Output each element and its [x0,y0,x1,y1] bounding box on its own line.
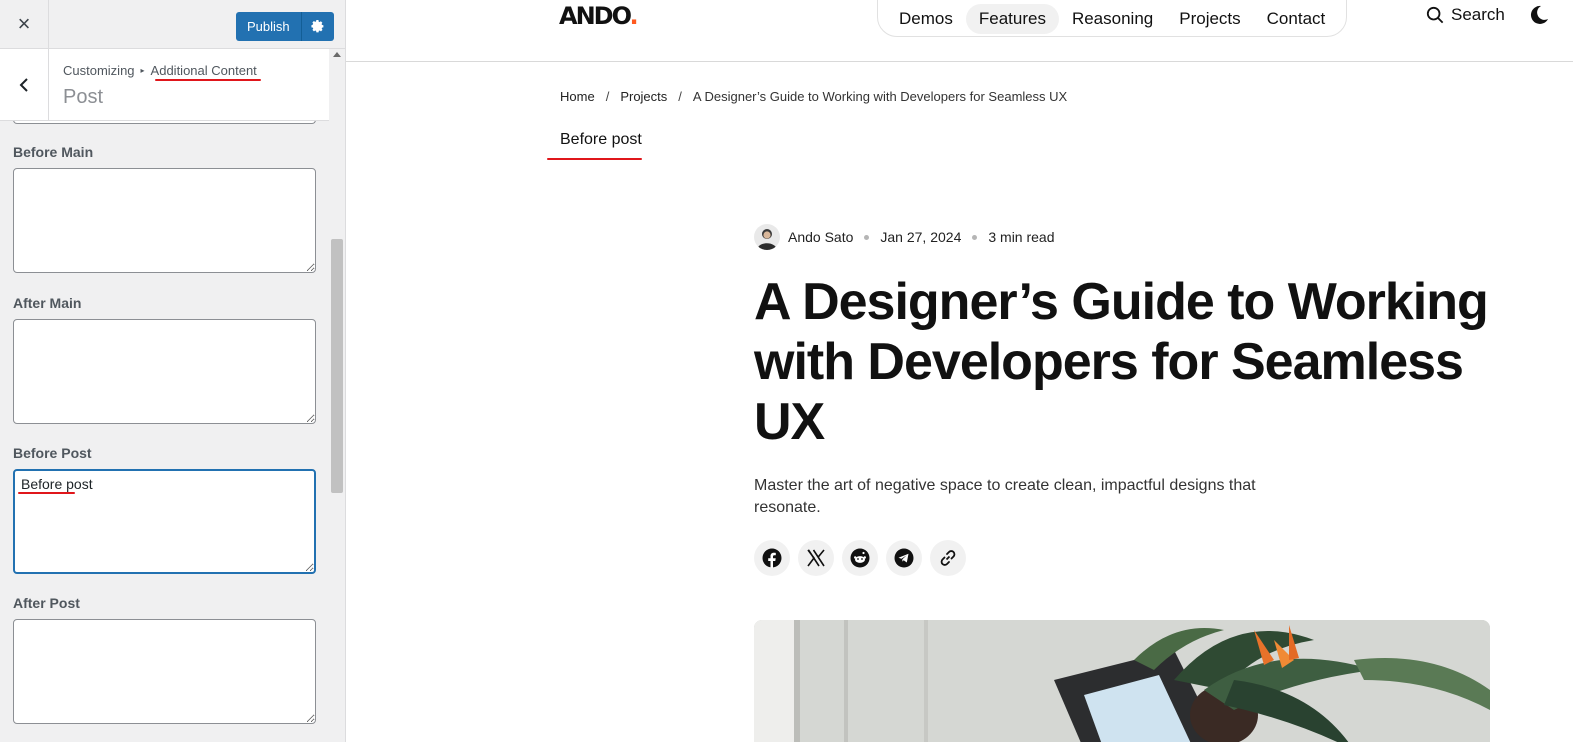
moon-icon [1530,5,1548,24]
share-telegram-button[interactable] [886,540,922,576]
section-header: Customizing ▸ Additional Content Post [0,48,329,121]
section-title: Post [63,86,104,108]
share-reddit-button[interactable] [842,540,878,576]
nav-item-reasoning[interactable]: Reasoning [1059,4,1166,34]
breadcrumb-separator: / [605,89,610,104]
telegram-icon [894,548,914,568]
nav-item-projects[interactable]: Projects [1166,4,1253,34]
search-icon [1426,6,1444,24]
sidebar-scrollbar[interactable] [329,48,345,742]
scroll-up-arrow-icon[interactable] [333,52,341,57]
featured-image-graphic [754,620,1490,742]
before-post-label: Before Post [13,445,92,461]
post-date: Jan 27, 2024 [880,229,962,245]
post-excerpt: Master the art of negative space to crea… [754,477,1256,516]
site-logo[interactable]: ANDO. [559,2,639,30]
chevron-left-icon [19,77,28,92]
before-main-textarea[interactable] [13,168,316,273]
annotation-underline [155,79,261,81]
customizer-breadcrumb: Customizing ▸ Additional Content [63,63,257,78]
before-post-textarea[interactable]: Before post [13,469,316,574]
publish-group: Publish [236,12,334,41]
x-icon [807,549,825,567]
after-post-textarea[interactable] [13,619,316,724]
site-header: ANDO. Demos Features Reasoning Projects … [346,0,1573,62]
close-icon: × [17,11,31,36]
link-icon [940,550,956,566]
breadcrumb-projects[interactable]: Projects [620,89,667,104]
author-avatar[interactable] [754,224,780,250]
gear-icon [311,19,324,32]
share-facebook-button[interactable] [754,540,790,576]
featured-image [754,620,1490,742]
site-preview: ANDO. Demos Features Reasoning Projects … [346,0,1573,742]
annotation-underline [18,492,75,494]
reddit-icon [850,548,870,568]
breadcrumb: Home / Projects / A Designer’s Guide to … [560,89,1067,104]
person-icon [757,229,777,250]
publish-settings-button[interactable] [300,12,334,41]
post-meta: Ando Sato Jan 27, 2024 3 min read [754,224,1055,250]
read-time: 3 min read [988,229,1055,245]
nav-item-contact[interactable]: Contact [1254,4,1339,34]
main-nav: Demos Features Reasoning Projects Contac… [877,0,1348,37]
meta-separator [864,234,870,240]
author-name[interactable]: Ando Sato [788,229,853,245]
copy-link-button[interactable] [930,540,966,576]
before-post-content: Before post [560,131,642,148]
annotation-underline [547,158,642,160]
meta-separator [972,234,978,240]
customizer-sidebar: Before Main After Main Before Post Befor… [0,0,346,742]
share-buttons [754,540,974,576]
before-main-label: Before Main [13,144,94,160]
scrollbar-thumb[interactable] [331,239,343,493]
dark-mode-toggle[interactable] [1529,5,1549,30]
after-main-label: After Main [13,295,82,311]
breadcrumb-separator: / [678,89,682,104]
breadcrumb-home[interactable]: Home [560,89,595,104]
after-post-label: After Post [13,595,80,611]
search-label: Search [1451,5,1505,24]
customizer-topbar: × Publish [0,0,345,49]
publish-button[interactable]: Publish [236,12,301,41]
after-main-textarea[interactable] [13,319,316,424]
nav-item-features[interactable]: Features [965,3,1059,34]
crumb-parent: Customizing [63,63,135,78]
close-button[interactable]: × [0,0,49,48]
nav-item-demos[interactable]: Demos [886,4,966,34]
share-x-button[interactable] [798,540,834,576]
crumb-current: Additional Content [150,63,257,78]
breadcrumb-current: A Designer’s Guide to Working with Devel… [692,89,1068,104]
search-button[interactable]: Search [1426,5,1505,25]
post-title: A Designer’s Guide to Working with Devel… [754,273,1489,451]
back-button[interactable] [0,48,49,121]
facebook-icon [762,548,782,568]
crumb-separator-icon: ▸ [140,66,145,75]
